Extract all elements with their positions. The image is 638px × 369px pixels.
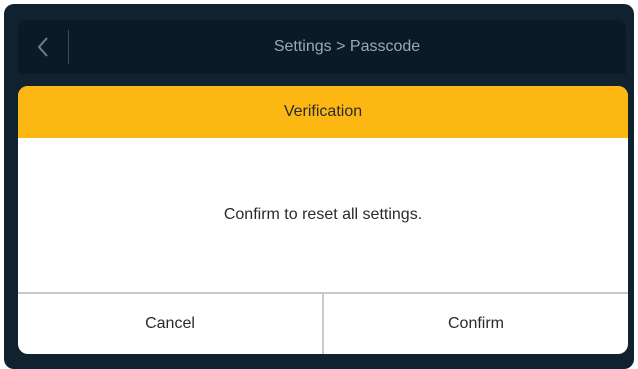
confirm-button[interactable]: Confirm <box>324 294 628 354</box>
dialog-title: Verification <box>18 86 628 138</box>
dialog-message: Confirm to reset all settings. <box>223 206 423 223</box>
cancel-button[interactable]: Cancel <box>18 294 322 354</box>
dialog-footer: Cancel Confirm <box>18 292 628 354</box>
top-bar: Settings > Passcode <box>18 20 626 74</box>
breadcrumb: Settings > Passcode <box>273 38 421 55</box>
device-screen: Settings > Passcode Verification Confirm… <box>4 4 634 369</box>
verification-dialog: Verification Confirm to reset all settin… <box>18 86 628 354</box>
chevron-left-icon <box>37 37 48 57</box>
topbar-divider <box>68 30 69 64</box>
back-button[interactable] <box>18 20 68 74</box>
